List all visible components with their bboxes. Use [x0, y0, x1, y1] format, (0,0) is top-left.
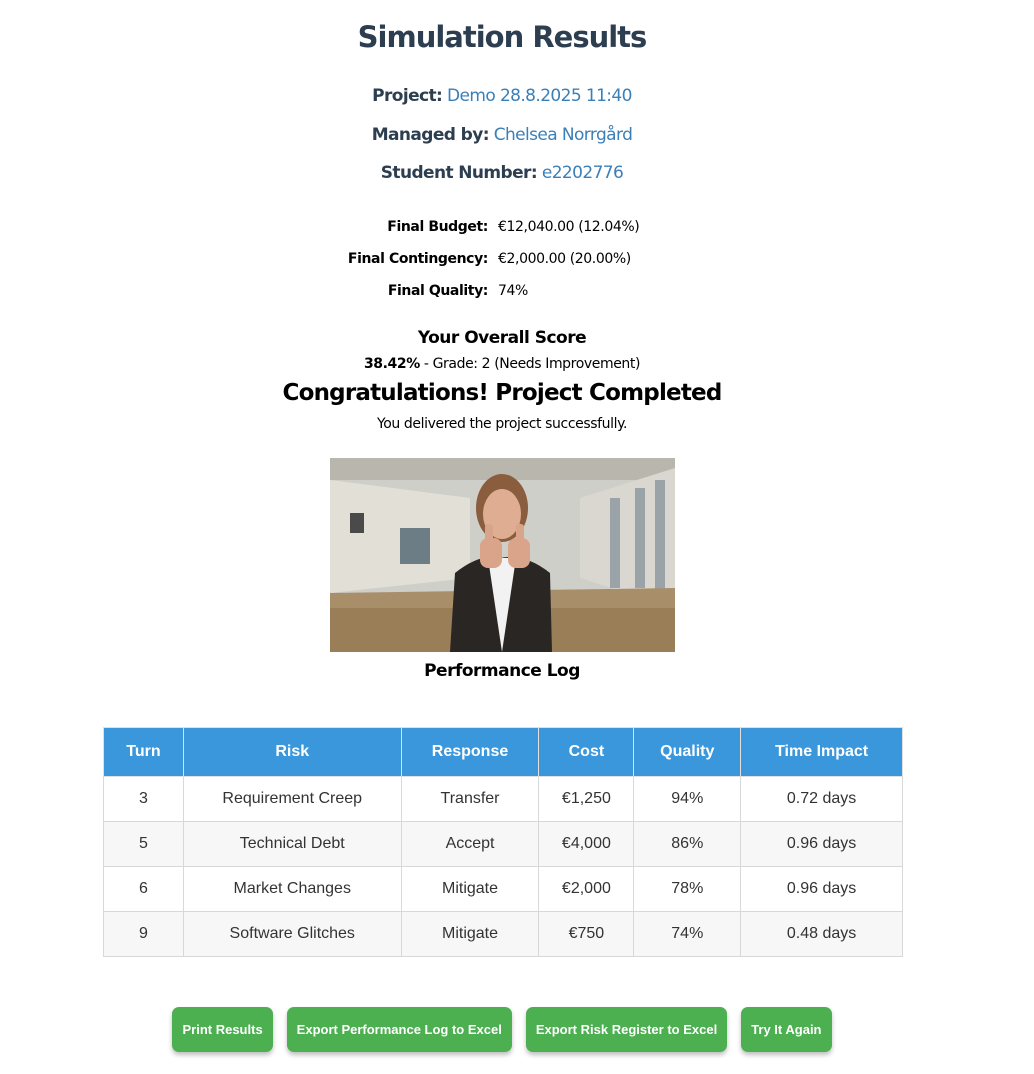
cell-cost: €2,000: [538, 866, 635, 912]
project-label: Project:: [372, 86, 443, 106]
cell-time-impact: 0.96 days: [740, 866, 903, 912]
page-title: Simulation Results: [357, 20, 648, 54]
final-budget-value: €12,040.00 (12.04%): [498, 219, 640, 235]
table-header-row: Turn Risk Response Cost Quality Time Imp…: [103, 727, 903, 777]
cell-cost: €1,250: [538, 776, 635, 822]
column-header-cost: Cost: [538, 727, 635, 777]
final-contingency-label: Final Contingency:: [347, 251, 488, 267]
table-row: 5 Technical Debt Accept €4,000 86% 0.96 …: [103, 821, 903, 867]
final-quality-value: 74%: [498, 283, 528, 299]
cell-turn: 9: [103, 911, 184, 957]
table-row: 3 Requirement Creep Transfer €1,250 94% …: [103, 776, 903, 822]
student-line: Student Number: e2202776: [0, 163, 1004, 183]
cell-response: Mitigate: [400, 866, 540, 912]
column-header-risk: Risk: [182, 727, 402, 777]
cell-time-impact: 0.72 days: [740, 776, 903, 822]
project-value: Demo 28.8.2025 11:40: [447, 86, 632, 106]
performance-log-table: Turn Risk Response Cost Quality Time Imp…: [103, 727, 903, 957]
cell-time-impact: 0.48 days: [740, 911, 903, 957]
score-grade: - Grade: 2 (Needs Improvement): [419, 356, 641, 372]
final-budget-label: Final Budget:: [387, 219, 488, 235]
export-performance-log-button[interactable]: Export Performance Log to Excel: [286, 1007, 512, 1052]
score-percent: 38.42%: [363, 356, 420, 372]
final-quality-row: Final Quality: 74%: [0, 283, 1004, 315]
column-header-quality: Quality: [633, 727, 742, 777]
final-quality-label: Final Quality:: [387, 283, 489, 299]
cell-quality: 94%: [633, 776, 742, 822]
action-buttons: Print Results Export Performance Log to …: [0, 1007, 1004, 1052]
final-stats: Final Budget: €12,040.00 (12.04%) Final …: [0, 219, 1004, 315]
score-line: 38.42% - Grade: 2 (Needs Improvement): [0, 356, 1004, 372]
congrats-heading: Congratulations! Project Completed: [282, 380, 723, 406]
performance-log-heading: Performance Log: [424, 661, 580, 681]
cell-response: Mitigate: [400, 911, 540, 957]
cell-risk: Software Glitches: [182, 911, 402, 957]
cell-risk: Market Changes: [182, 866, 402, 912]
try-again-button[interactable]: Try It Again: [741, 1007, 832, 1052]
cell-cost: €4,000: [538, 821, 635, 867]
cell-quality: 86%: [633, 821, 742, 867]
result-message: You delivered the project successfully.: [376, 416, 628, 432]
cell-turn: 5: [103, 821, 184, 867]
manager-label: Managed by:: [371, 125, 490, 145]
final-contingency-row: Final Contingency: €2,000.00 (20.00%): [0, 251, 1004, 283]
export-risk-register-button[interactable]: Export Risk Register to Excel: [525, 1007, 728, 1052]
thumbs-up-image: [330, 458, 675, 652]
cell-quality: 78%: [633, 866, 742, 912]
cell-risk: Technical Debt: [182, 821, 402, 867]
cell-turn: 3: [103, 776, 184, 822]
final-budget-row: Final Budget: €12,040.00 (12.04%): [0, 219, 1004, 251]
cell-response: Accept: [400, 821, 540, 867]
cell-cost: €750: [538, 911, 635, 957]
print-results-button[interactable]: Print Results: [172, 1007, 273, 1052]
cell-turn: 6: [103, 866, 184, 912]
column-header-response: Response: [400, 727, 540, 777]
manager-value: Chelsea Norrgård: [493, 125, 633, 145]
cell-quality: 74%: [633, 911, 742, 957]
score-heading: Your Overall Score: [417, 328, 587, 348]
final-contingency-value: €2,000.00 (20.00%): [498, 251, 631, 267]
cell-risk: Requirement Creep: [182, 776, 402, 822]
thumbs-up-illustration: [330, 458, 675, 652]
table-row: 6 Market Changes Mitigate €2,000 78% 0.9…: [103, 866, 903, 912]
student-label: Student Number:: [380, 163, 538, 183]
student-value: e2202776: [541, 163, 624, 183]
cell-response: Transfer: [400, 776, 540, 822]
column-header-time-impact: Time Impact: [740, 727, 903, 777]
cell-time-impact: 0.96 days: [740, 821, 903, 867]
manager-line: Managed by: Chelsea Norrgård: [0, 125, 1004, 145]
project-line: Project: Demo 28.8.2025 11:40: [0, 86, 1004, 106]
column-header-turn: Turn: [103, 727, 184, 777]
table-row: 9 Software Glitches Mitigate €750 74% 0.…: [103, 911, 903, 957]
